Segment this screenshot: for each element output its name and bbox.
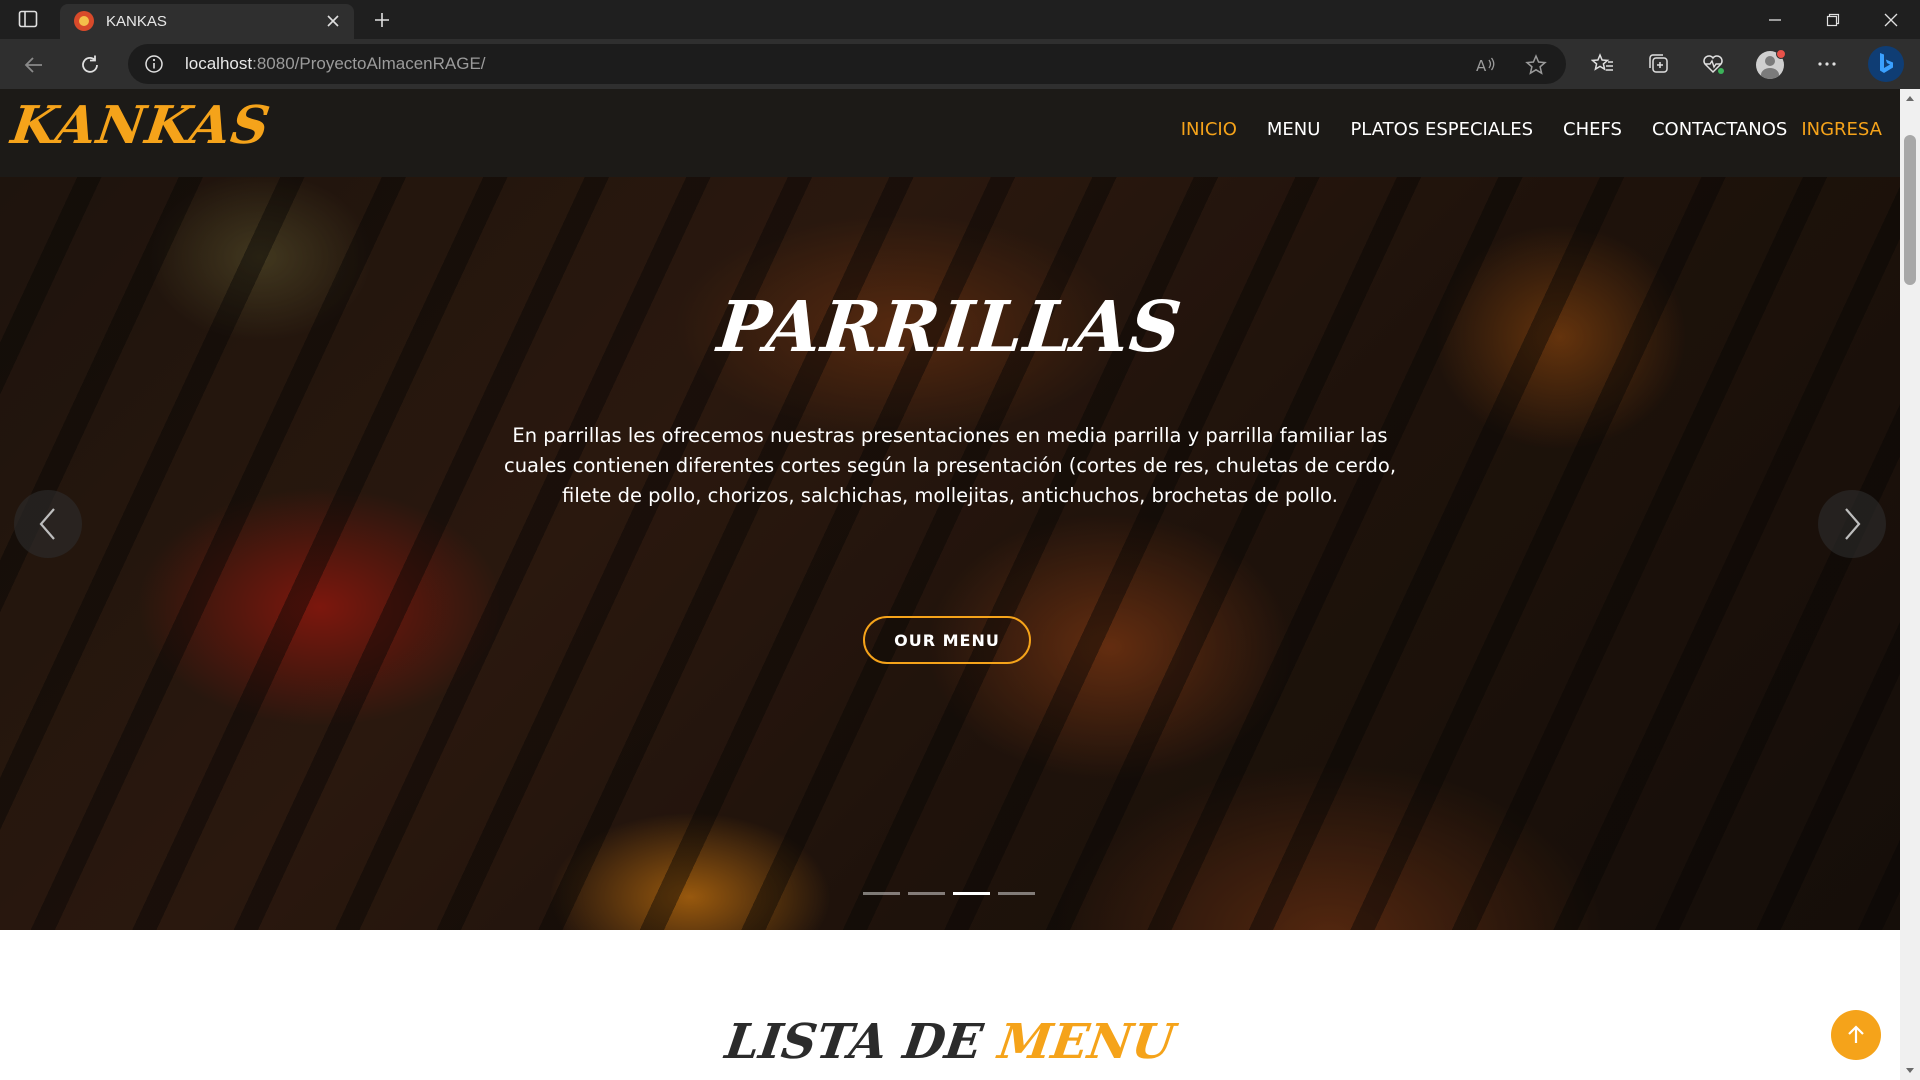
url-path: :8080/ProyectoAlmacenRAGE/ [252,54,486,73]
tab-actions-icon[interactable] [17,9,39,29]
site-header: KANKAS INICIO MENU PLATOS ESPECIALES CHE… [0,89,1900,177]
profile-notification-dot [1776,49,1786,59]
our-menu-button[interactable]: OUR MENU [863,616,1031,664]
carousel-indicators [863,892,1035,895]
page-scrollbar[interactable] [1900,89,1920,1080]
star-icon[interactable] [1524,53,1548,77]
nav-contactanos[interactable]: CONTACTANOS [1652,119,1787,140]
nav-ingresa[interactable]: INGRESA [1801,119,1882,140]
window-close-icon[interactable] [1868,4,1914,36]
read-aloud-icon[interactable]: A [1474,53,1498,77]
close-icon[interactable] [322,10,344,32]
nav-platos-especiales[interactable]: PLATOS ESPECIALES [1350,119,1533,140]
url-text[interactable]: localhost:8080/ProyectoAlmacenRAGE/ [185,54,486,74]
kankas-favicon-icon [74,11,94,31]
carousel-next-button[interactable] [1818,490,1886,558]
url-host: localhost [185,54,253,73]
browser-tab[interactable]: KANKAS [60,4,354,39]
hero-description: En parrillas les ofrecemos nuestras pres… [503,423,1397,507]
page-viewport: KANKAS INICIO MENU PLATOS ESPECIALES CHE… [0,89,1900,1080]
plus-icon[interactable] [370,8,394,32]
scroll-down-icon[interactable] [1900,1062,1920,1080]
carousel-indicator-4[interactable] [998,892,1035,895]
svg-text:A: A [1476,57,1487,75]
tab-title: KANKAS [106,13,167,30]
chevron-right-icon [1845,508,1861,540]
back-icon[interactable] [18,49,50,81]
scrollbar-thumb[interactable] [1904,135,1916,285]
address-bar[interactable]: localhost:8080/ProyectoAlmacenRAGE/ A [128,44,1566,84]
menu-section-heading: LISTA DE MENU [0,1014,1900,1070]
browser-toolbar: localhost:8080/ProyectoAlmacenRAGE/ A [0,39,1920,89]
favorites-icon[interactable] [1588,49,1618,79]
copilot-icon[interactable] [1868,46,1904,82]
hero-carousel: PARRILLAS En parrillas les ofrecemos nue… [0,177,1900,930]
refresh-icon[interactable] [74,49,106,81]
nav-menu[interactable]: MENU [1267,119,1321,140]
collections-icon[interactable] [1644,49,1674,79]
more-icon[interactable] [1812,49,1842,79]
minimize-icon[interactable] [1752,4,1798,36]
back-to-top-button[interactable] [1831,1010,1881,1060]
restore-icon[interactable] [1810,4,1856,36]
heading-part-menu: MENU [994,1014,1179,1070]
carousel-indicator-3[interactable] [953,892,990,895]
scroll-up-icon[interactable] [1900,89,1920,107]
main-nav: INICIO MENU PLATOS ESPECIALES CHEFS CONT… [1181,119,1882,140]
carousel-indicator-2[interactable] [908,892,945,895]
browser-tab-bar: KANKAS [0,0,1920,39]
chevron-left-icon [39,508,55,540]
heading-part-lista: LISTA DE [721,1014,1003,1070]
nav-inicio[interactable]: INICIO [1181,119,1237,140]
arrow-up-icon [1848,1025,1864,1043]
health-icon[interactable] [1698,49,1728,79]
info-icon[interactable] [144,54,164,74]
nav-chefs[interactable]: CHEFS [1563,119,1622,140]
carousel-prev-button[interactable] [14,490,82,558]
hero-title: PARRILLAS [714,285,1186,368]
carousel-indicator-1[interactable] [863,892,900,895]
site-logo[interactable]: KANKAS [8,95,275,156]
